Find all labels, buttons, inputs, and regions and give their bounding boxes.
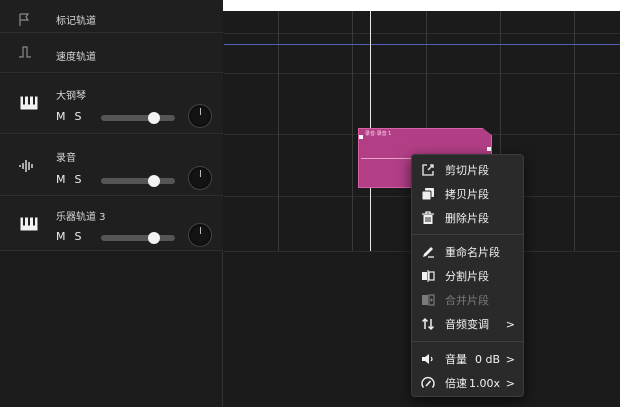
- pan-knob[interactable]: [188, 223, 212, 247]
- menu-item-label: 删除片段: [445, 212, 489, 225]
- menu-item-label: 分割片段: [445, 270, 489, 283]
- split-icon: [421, 269, 435, 283]
- menu-item-label: 音量: [445, 353, 467, 366]
- pan-knob[interactable]: [188, 104, 212, 128]
- menu-separator: [412, 341, 523, 342]
- speed-track-name: 速度轨道: [56, 52, 96, 63]
- menu-item-label: 重命名片段: [445, 246, 500, 259]
- track-name: 录音: [56, 153, 76, 164]
- mute-button[interactable]: M: [56, 110, 67, 123]
- menu-item-cut[interactable]: 剪切片段: [412, 158, 523, 182]
- track-name: 大钢琴: [56, 91, 86, 102]
- marker-track-name: 标记轨道: [56, 16, 96, 27]
- menu-item-label: 剪切片段: [445, 164, 489, 177]
- pencil-icon: [421, 245, 435, 259]
- volume-slider[interactable]: [101, 232, 175, 244]
- tempo-line[interactable]: [224, 44, 620, 45]
- speaker-icon: [421, 352, 435, 366]
- mute-button[interactable]: M: [56, 230, 67, 243]
- speed-value: 1.00x: [469, 376, 501, 390]
- flag-icon: [18, 13, 32, 27]
- menu-item-rename[interactable]: 重命名片段: [412, 240, 523, 264]
- slider-knob[interactable]: [147, 232, 160, 244]
- speed-gauge-icon: [421, 376, 435, 390]
- submenu-arrow: >: [505, 352, 515, 366]
- track-name: 乐器轨道 3: [56, 212, 106, 223]
- mute-solo: MS: [56, 230, 90, 243]
- clip-waveform: [361, 158, 416, 159]
- menu-item-label: 音频变调: [445, 318, 489, 331]
- transpose-icon: [421, 317, 435, 331]
- daw-window: 标记轨道 速度轨道 大钢琴 MS 录音 M S 乐器轨道 3 M S 录音·录音…: [0, 0, 620, 407]
- grid-beat-line: [574, 11, 575, 251]
- piano-icon: [20, 217, 38, 231]
- waveform-icon: [19, 160, 35, 172]
- solo-button[interactable]: S: [75, 110, 83, 123]
- merge-icon: [421, 293, 435, 307]
- volume-slider[interactable]: [101, 112, 175, 124]
- copy-icon: [421, 187, 435, 201]
- track-header-column: 标记轨道 速度轨道 大钢琴 MS 录音 M S 乐器轨道 3 M S: [0, 0, 223, 407]
- grid-beat-line: [278, 11, 279, 251]
- mute-solo: MS: [56, 110, 90, 123]
- menu-item-copy[interactable]: 拷贝片段: [412, 182, 523, 206]
- cut-icon: [421, 163, 435, 177]
- menu-item-label: 倍速: [445, 377, 467, 390]
- clip-title: 录音·录音 1: [365, 131, 392, 137]
- menu-item-label: 合并片段: [445, 294, 489, 307]
- solo-button[interactable]: S: [75, 173, 83, 186]
- track-instrument-3[interactable]: 乐器轨道 3 MS: [0, 197, 223, 251]
- marker-track-header[interactable]: 标记轨道: [0, 0, 223, 33]
- mute-solo: MS: [56, 173, 90, 186]
- menu-item-label: 拷贝片段: [445, 188, 489, 201]
- clip-context-menu: 剪切片段 拷贝片段 删除片段 重命名片段 分割片段 合并片段 音频变调 > 音量…: [411, 154, 524, 397]
- slider-knob[interactable]: [147, 112, 160, 124]
- menu-item-delete[interactable]: 删除片段: [412, 206, 523, 230]
- submenu-arrow: >: [505, 317, 515, 331]
- submenu-arrow: >: [505, 376, 515, 390]
- menu-item-speed[interactable]: 倍速 1.00x >: [412, 371, 523, 395]
- piano-icon: [20, 96, 38, 110]
- trash-icon: [421, 211, 435, 225]
- grid-divider: [224, 73, 620, 74]
- track-grand-piano[interactable]: 大钢琴 MS: [0, 74, 223, 134]
- clip-right-handle[interactable]: [487, 147, 491, 151]
- menu-separator: [412, 234, 523, 235]
- solo-button[interactable]: S: [75, 230, 83, 243]
- track-recording[interactable]: 录音 MS: [0, 135, 223, 196]
- volume-slider[interactable]: [101, 175, 175, 187]
- menu-item-volume[interactable]: 音量 0 dB >: [412, 347, 523, 371]
- grid-beat-line: [352, 11, 353, 251]
- menu-item-split[interactable]: 分割片段: [412, 264, 523, 288]
- mute-button[interactable]: M: [56, 173, 67, 186]
- menu-item-merge: 合并片段: [412, 288, 523, 312]
- grid-divider: [224, 33, 620, 34]
- volume-value: 0 dB: [475, 352, 501, 366]
- slider-knob[interactable]: [147, 175, 160, 187]
- speed-track-header[interactable]: 速度轨道: [0, 33, 223, 73]
- tempo-step-icon: [18, 45, 32, 59]
- clip-left-handle[interactable]: [359, 135, 363, 139]
- menu-item-transpose[interactable]: 音频变调 >: [412, 312, 523, 336]
- pan-knob[interactable]: [188, 166, 212, 190]
